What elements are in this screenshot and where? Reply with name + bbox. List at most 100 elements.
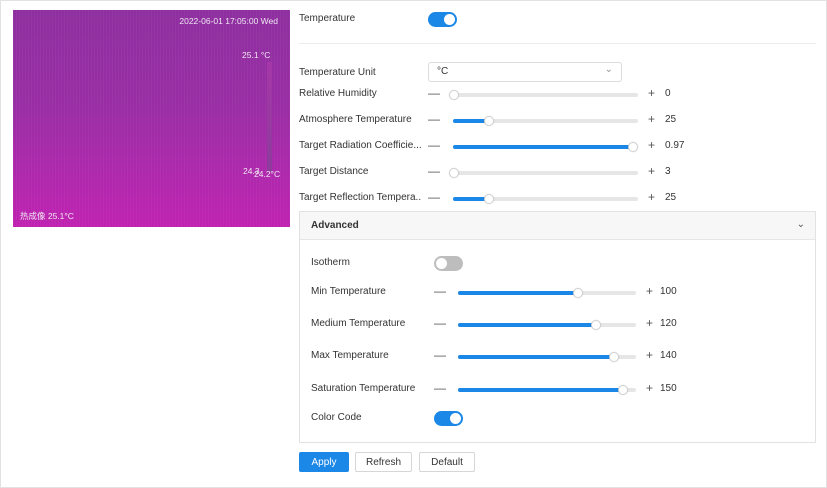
isotherm-toggle[interactable] bbox=[434, 256, 463, 271]
decrease-button[interactable]: — bbox=[428, 165, 440, 177]
min-temperature: Min Temperature — +100 bbox=[311, 283, 711, 303]
target-distance: Target Distance — +3 bbox=[299, 163, 699, 183]
decrease-button[interactable]: — bbox=[434, 382, 446, 394]
max-temperature-label: Max Temperature bbox=[311, 350, 389, 361]
relative-humidity-value: 0 bbox=[665, 88, 671, 99]
temperature-unit-row: Temperature Unit °C ⌄ bbox=[299, 62, 629, 82]
preview-timestamp: 2022-06-01 17:05:00 Wed bbox=[179, 16, 278, 26]
saturation-temperature-slider[interactable] bbox=[458, 385, 636, 395]
chevron-down-icon: ⌄ bbox=[604, 64, 613, 75]
slider-handle[interactable] bbox=[608, 352, 619, 362]
chevron-down-icon[interactable]: ⌄ bbox=[797, 219, 805, 230]
medium-temperature-label: Medium Temperature bbox=[311, 318, 406, 329]
increase-button[interactable]: + bbox=[646, 285, 653, 297]
target-distance-slider[interactable] bbox=[449, 168, 638, 178]
isotherm-row: Isotherm bbox=[311, 254, 511, 274]
advanced-title: Advanced bbox=[311, 220, 359, 231]
saturation-temperature-value: 150 bbox=[660, 383, 677, 394]
decrease-button[interactable]: — bbox=[428, 191, 440, 203]
atmosphere-temperature: Atmosphere Temperature — +25 bbox=[299, 111, 699, 131]
section-divider bbox=[299, 43, 816, 44]
temperature-unit-label: Temperature Unit bbox=[299, 67, 376, 78]
slider-handle[interactable] bbox=[628, 142, 639, 152]
slider-handle[interactable] bbox=[591, 320, 602, 330]
medium-temperature: Medium Temperature — +120 bbox=[311, 315, 711, 335]
increase-button[interactable]: + bbox=[648, 113, 655, 125]
slider-fill bbox=[458, 291, 578, 295]
min-temperature-slider[interactable] bbox=[458, 288, 636, 298]
decrease-button[interactable]: — bbox=[434, 317, 446, 329]
increase-button[interactable]: + bbox=[648, 165, 655, 177]
slider-handle[interactable] bbox=[484, 194, 495, 204]
decrease-button[interactable]: — bbox=[434, 349, 446, 361]
relative-humidity: Relative Humidity — +0 bbox=[299, 85, 699, 105]
min-temperature-label: Min Temperature bbox=[311, 286, 386, 297]
slider-fill bbox=[458, 388, 622, 392]
temperature-label: Temperature bbox=[299, 13, 356, 24]
temperature-unit-select[interactable]: °C ⌄ bbox=[428, 62, 622, 82]
isotherm-label: Isotherm bbox=[311, 257, 350, 268]
medium-temperature-value: 120 bbox=[660, 318, 677, 329]
preview-temp-mid-b: 24.2°C bbox=[254, 169, 281, 179]
atmosphere-temperature-label: Atmosphere Temperature bbox=[299, 114, 412, 125]
increase-button[interactable]: + bbox=[646, 317, 653, 329]
advanced-header[interactable]: Advanced ⌄ bbox=[300, 212, 815, 240]
temperature-unit-value: °C bbox=[437, 66, 449, 77]
increase-button[interactable]: + bbox=[648, 87, 655, 99]
target-radiation-coefficient-value: 0.97 bbox=[665, 140, 685, 151]
saturation-temperature-label: Saturation Temperature bbox=[311, 383, 416, 394]
atmosphere-temperature-slider[interactable] bbox=[453, 116, 638, 126]
slider-handle[interactable] bbox=[449, 90, 459, 100]
decrease-button[interactable]: — bbox=[428, 139, 440, 151]
saturation-temperature: Saturation Temperature — +150 bbox=[311, 380, 711, 400]
increase-button[interactable]: + bbox=[648, 139, 655, 151]
slider-fill bbox=[458, 355, 613, 359]
advanced-panel: Advanced ⌄ Isotherm Min Temperature — +100… bbox=[299, 211, 816, 443]
max-temperature-value: 140 bbox=[660, 350, 677, 361]
color-code-toggle[interactable] bbox=[434, 411, 463, 426]
slider-fill bbox=[453, 119, 489, 123]
decrease-button[interactable]: — bbox=[428, 87, 440, 99]
slider-fill bbox=[453, 145, 633, 149]
relative-humidity-label: Relative Humidity bbox=[299, 88, 377, 99]
preview-temperature-scale bbox=[267, 62, 272, 172]
preview-temp-top: 25.1 °C bbox=[242, 50, 271, 60]
medium-temperature-slider[interactable] bbox=[458, 320, 636, 330]
atmosphere-temperature-value: 25 bbox=[665, 114, 677, 125]
max-temperature: Max Temperature — +140 bbox=[311, 347, 711, 367]
increase-button[interactable]: + bbox=[646, 349, 653, 361]
temperature-row: Temperature bbox=[299, 11, 499, 31]
apply-button[interactable]: Apply bbox=[299, 452, 349, 472]
slider-handle[interactable] bbox=[484, 116, 495, 126]
toggle-knob bbox=[450, 413, 461, 424]
slider-handle[interactable] bbox=[573, 288, 584, 298]
thermal-preview[interactable]: 2022-06-01 17:05:00 Wed 25.1 °C 24.3 24.… bbox=[13, 10, 290, 227]
slider-fill bbox=[458, 323, 596, 327]
decrease-button[interactable]: — bbox=[434, 285, 446, 297]
target-radiation-coefficient-label: Target Radiation Coefficie... bbox=[299, 140, 421, 151]
relative-humidity-slider[interactable] bbox=[449, 90, 638, 100]
preview-camera-label: 热成像 25.1°C bbox=[20, 211, 74, 221]
default-button[interactable]: Default bbox=[419, 452, 475, 472]
slider-handle[interactable] bbox=[617, 385, 628, 395]
toggle-knob bbox=[436, 258, 447, 269]
increase-button[interactable]: + bbox=[646, 382, 653, 394]
target-distance-value: 3 bbox=[665, 166, 671, 177]
target-distance-label: Target Distance bbox=[299, 166, 369, 177]
toggle-knob bbox=[444, 14, 455, 25]
max-temperature-slider[interactable] bbox=[458, 352, 636, 362]
slider-fill bbox=[453, 197, 489, 201]
target-reflection-temperature-label: Target Reflection Tempera... bbox=[299, 192, 421, 203]
decrease-button[interactable]: — bbox=[428, 113, 440, 125]
slider-handle[interactable] bbox=[449, 168, 459, 178]
target-reflection-temperature: Target Reflection Tempera... — +25 bbox=[299, 189, 699, 209]
temperature-toggle[interactable] bbox=[428, 12, 457, 27]
increase-button[interactable]: + bbox=[648, 191, 655, 203]
refresh-button[interactable]: Refresh bbox=[355, 452, 412, 472]
color-code-label: Color Code bbox=[311, 412, 362, 423]
target-radiation-coefficient-slider[interactable] bbox=[453, 142, 639, 152]
min-temperature-value: 100 bbox=[660, 286, 677, 297]
target-reflection-temperature-value: 25 bbox=[665, 192, 677, 203]
target-radiation-coefficient: Target Radiation Coefficie... — +0.97 bbox=[299, 137, 699, 157]
target-reflection-temperature-slider[interactable] bbox=[453, 194, 638, 204]
